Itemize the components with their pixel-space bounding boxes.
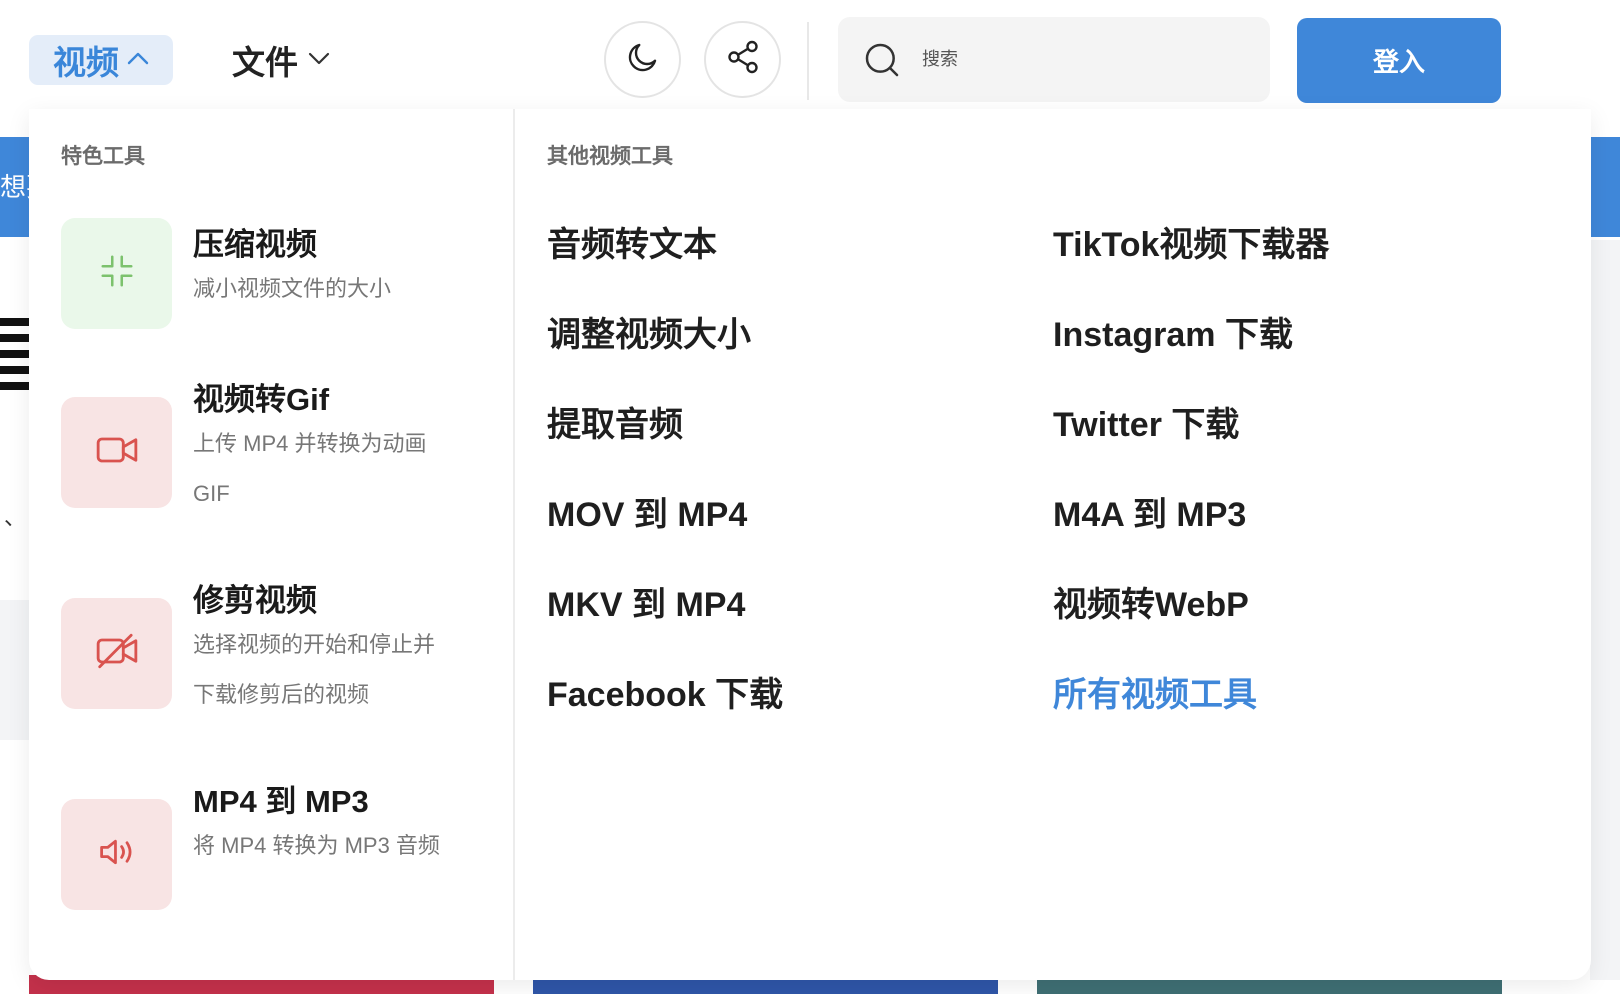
video-camera-icon	[95, 433, 139, 472]
feature-video-to-gif[interactable]: 视频转Gif 上传 MP4 并转换为动画 GIF	[61, 373, 481, 519]
dropdown-divider	[513, 109, 515, 980]
compress-icon	[98, 252, 136, 295]
tool-link-mkv-to-mp4[interactable]: MKV 到 MP4	[547, 583, 745, 627]
tool-link-extract-audio[interactable]: 提取音频	[547, 403, 683, 447]
nav-file-label: 文件	[232, 44, 298, 81]
tool-link-facebook-download[interactable]: Facebook 下载	[547, 673, 783, 717]
search-input[interactable]	[920, 48, 1224, 71]
nav-video-menu[interactable]: 视频	[29, 35, 173, 85]
video-off-icon	[95, 632, 139, 675]
speaker-icon	[97, 834, 137, 875]
share-button[interactable]	[704, 21, 781, 98]
feature-tile	[61, 218, 172, 329]
feature-description: 将 MP4 转换为 MP3 音频	[193, 833, 440, 858]
feature-title: MP4 到 MP3	[193, 784, 369, 819]
dark-mode-button[interactable]	[604, 21, 681, 98]
feature-mp4-to-mp3[interactable]: MP4 到 MP3 将 MP4 转换为 MP3 音频	[61, 775, 481, 910]
share-icon	[725, 39, 761, 80]
background-banner-text: 想要	[0, 172, 30, 202]
tool-link-mov-to-mp4[interactable]: MOV 到 MP4	[547, 493, 747, 537]
tool-link-m4a-to-mp3[interactable]: M4A 到 MP3	[1053, 493, 1246, 537]
feature-compress-video[interactable]: 压缩视频 减小视频文件的大小	[61, 218, 481, 329]
chevron-up-icon	[127, 51, 149, 70]
tool-link-resize-video[interactable]: 调整视频大小	[547, 313, 751, 357]
other-tools-title: 其他视频工具	[547, 145, 673, 168]
top-header: 视频 文件 登入	[0, 0, 1620, 106]
video-dropdown-panel: 特色工具 其他视频工具 压缩视频 减小视频文件的大小 视频转Gif 上传 MP4…	[29, 109, 1591, 980]
login-button[interactable]: 登入	[1297, 18, 1501, 103]
chevron-down-icon	[308, 51, 330, 70]
feature-tile	[61, 598, 172, 709]
tool-link-tiktok-downloader[interactable]: TikTok视频下载器	[1053, 223, 1329, 267]
tool-link-all-video-tools[interactable]: 所有视频工具	[1053, 673, 1257, 717]
feature-title: 压缩视频	[193, 227, 317, 262]
search-icon	[862, 40, 902, 80]
background-band	[1590, 240, 1620, 980]
featured-tools-title: 特色工具	[61, 145, 145, 168]
feature-tile	[61, 799, 172, 910]
feature-title: 视频转Gif	[193, 382, 330, 417]
background-heading-fragment	[0, 318, 30, 406]
nav-file-menu[interactable]: 文件	[232, 35, 330, 85]
feature-trim-video[interactable]: 修剪视频 选择视频的开始和停止并下载修剪后的视频	[61, 574, 481, 720]
tool-link-instagram-download[interactable]: Instagram 下载	[1053, 313, 1293, 357]
background-banner-right	[1590, 137, 1620, 237]
tool-link-twitter-download[interactable]: Twitter 下载	[1053, 403, 1239, 447]
feature-description: 减小视频文件的大小	[193, 276, 392, 301]
background-text-fragment: 、	[4, 505, 27, 530]
feature-description: 选择视频的开始和停止并下载修剪后的视频	[193, 632, 436, 707]
feature-description: 上传 MP4 并转换为动画 GIF	[193, 431, 427, 506]
moon-icon	[625, 39, 661, 80]
search-box[interactable]	[838, 17, 1270, 102]
nav-video-label: 视频	[53, 44, 119, 81]
header-divider	[807, 22, 809, 100]
tool-link-video-to-webp[interactable]: 视频转WebP	[1053, 583, 1249, 627]
tool-link-audio-to-text[interactable]: 音频转文本	[547, 223, 717, 267]
background-banner-left: 想要	[0, 137, 30, 237]
background-band	[0, 600, 30, 740]
feature-title: 修剪视频	[193, 583, 317, 618]
feature-tile	[61, 397, 172, 508]
